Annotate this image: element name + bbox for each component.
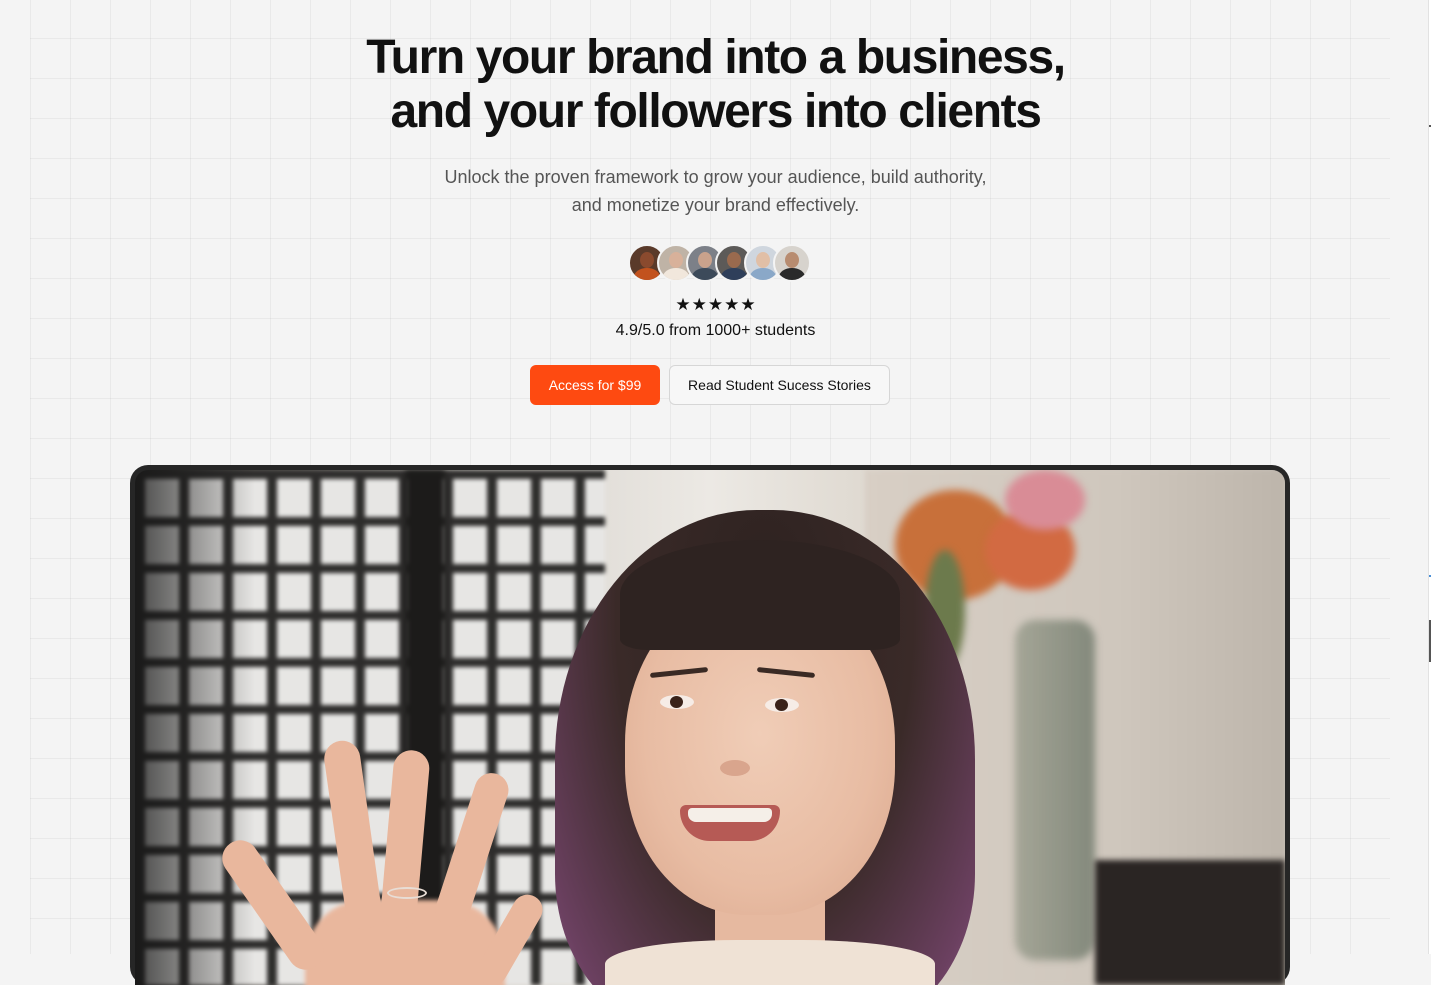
ring-image — [387, 887, 427, 899]
student-stories-button[interactable]: Read Student Sucess Stories — [669, 365, 890, 405]
video-shadow — [135, 470, 255, 985]
star-icon: ★ — [707, 295, 724, 314]
subheadline-line-2: and monetize your brand effectively. — [571, 195, 860, 215]
avatar-body-image — [721, 268, 747, 280]
avatar-body-image — [692, 268, 718, 280]
avatar-body-image — [634, 268, 660, 280]
rating-text: 4.9/5.0 from 1000+ students — [615, 322, 816, 339]
avatar-face-image — [727, 252, 741, 268]
subheadline-line-1: Unlock the proven framework to grow your… — [444, 167, 987, 187]
flowers-image — [1005, 470, 1085, 530]
rating-stars: ★ ★ ★ ★ ★ — [0, 294, 1431, 316]
avatar-face-image — [785, 252, 799, 268]
access-button[interactable]: Access for $99 — [530, 365, 660, 405]
person-bangs-image — [620, 540, 900, 650]
intro-video[interactable] — [135, 470, 1285, 985]
vase-image — [1015, 620, 1095, 960]
video-frame — [130, 465, 1290, 985]
star-icon: ★ — [740, 295, 756, 314]
avatar-face-image — [640, 252, 654, 268]
student-avatar-group — [628, 244, 811, 282]
avatar-body-image — [663, 268, 689, 280]
avatar-face-image — [669, 252, 683, 268]
avatar-body-image — [779, 268, 805, 280]
eye-image — [765, 698, 799, 712]
teeth-image — [688, 808, 772, 822]
avatar-body-image — [750, 268, 776, 280]
star-icon: ★ — [724, 295, 740, 314]
avatar-face-image — [698, 252, 712, 268]
star-icon: ★ — [675, 295, 691, 314]
star-icon: ★ — [691, 295, 707, 314]
avatar-face-image — [756, 252, 770, 268]
hero-headline: Turn your brand into a business, and you… — [0, 31, 1431, 139]
nose-image — [720, 760, 750, 776]
student-avatar — [773, 244, 811, 282]
person-shirt-image — [605, 940, 935, 985]
side-table-image — [1095, 860, 1285, 985]
hero-subheadline: Unlock the proven framework to grow your… — [0, 163, 1431, 219]
headline-line-2: and your followers into clients — [390, 85, 1041, 138]
headline-line-1: Turn your brand into a business, — [366, 31, 1066, 84]
eye-image — [660, 695, 694, 709]
